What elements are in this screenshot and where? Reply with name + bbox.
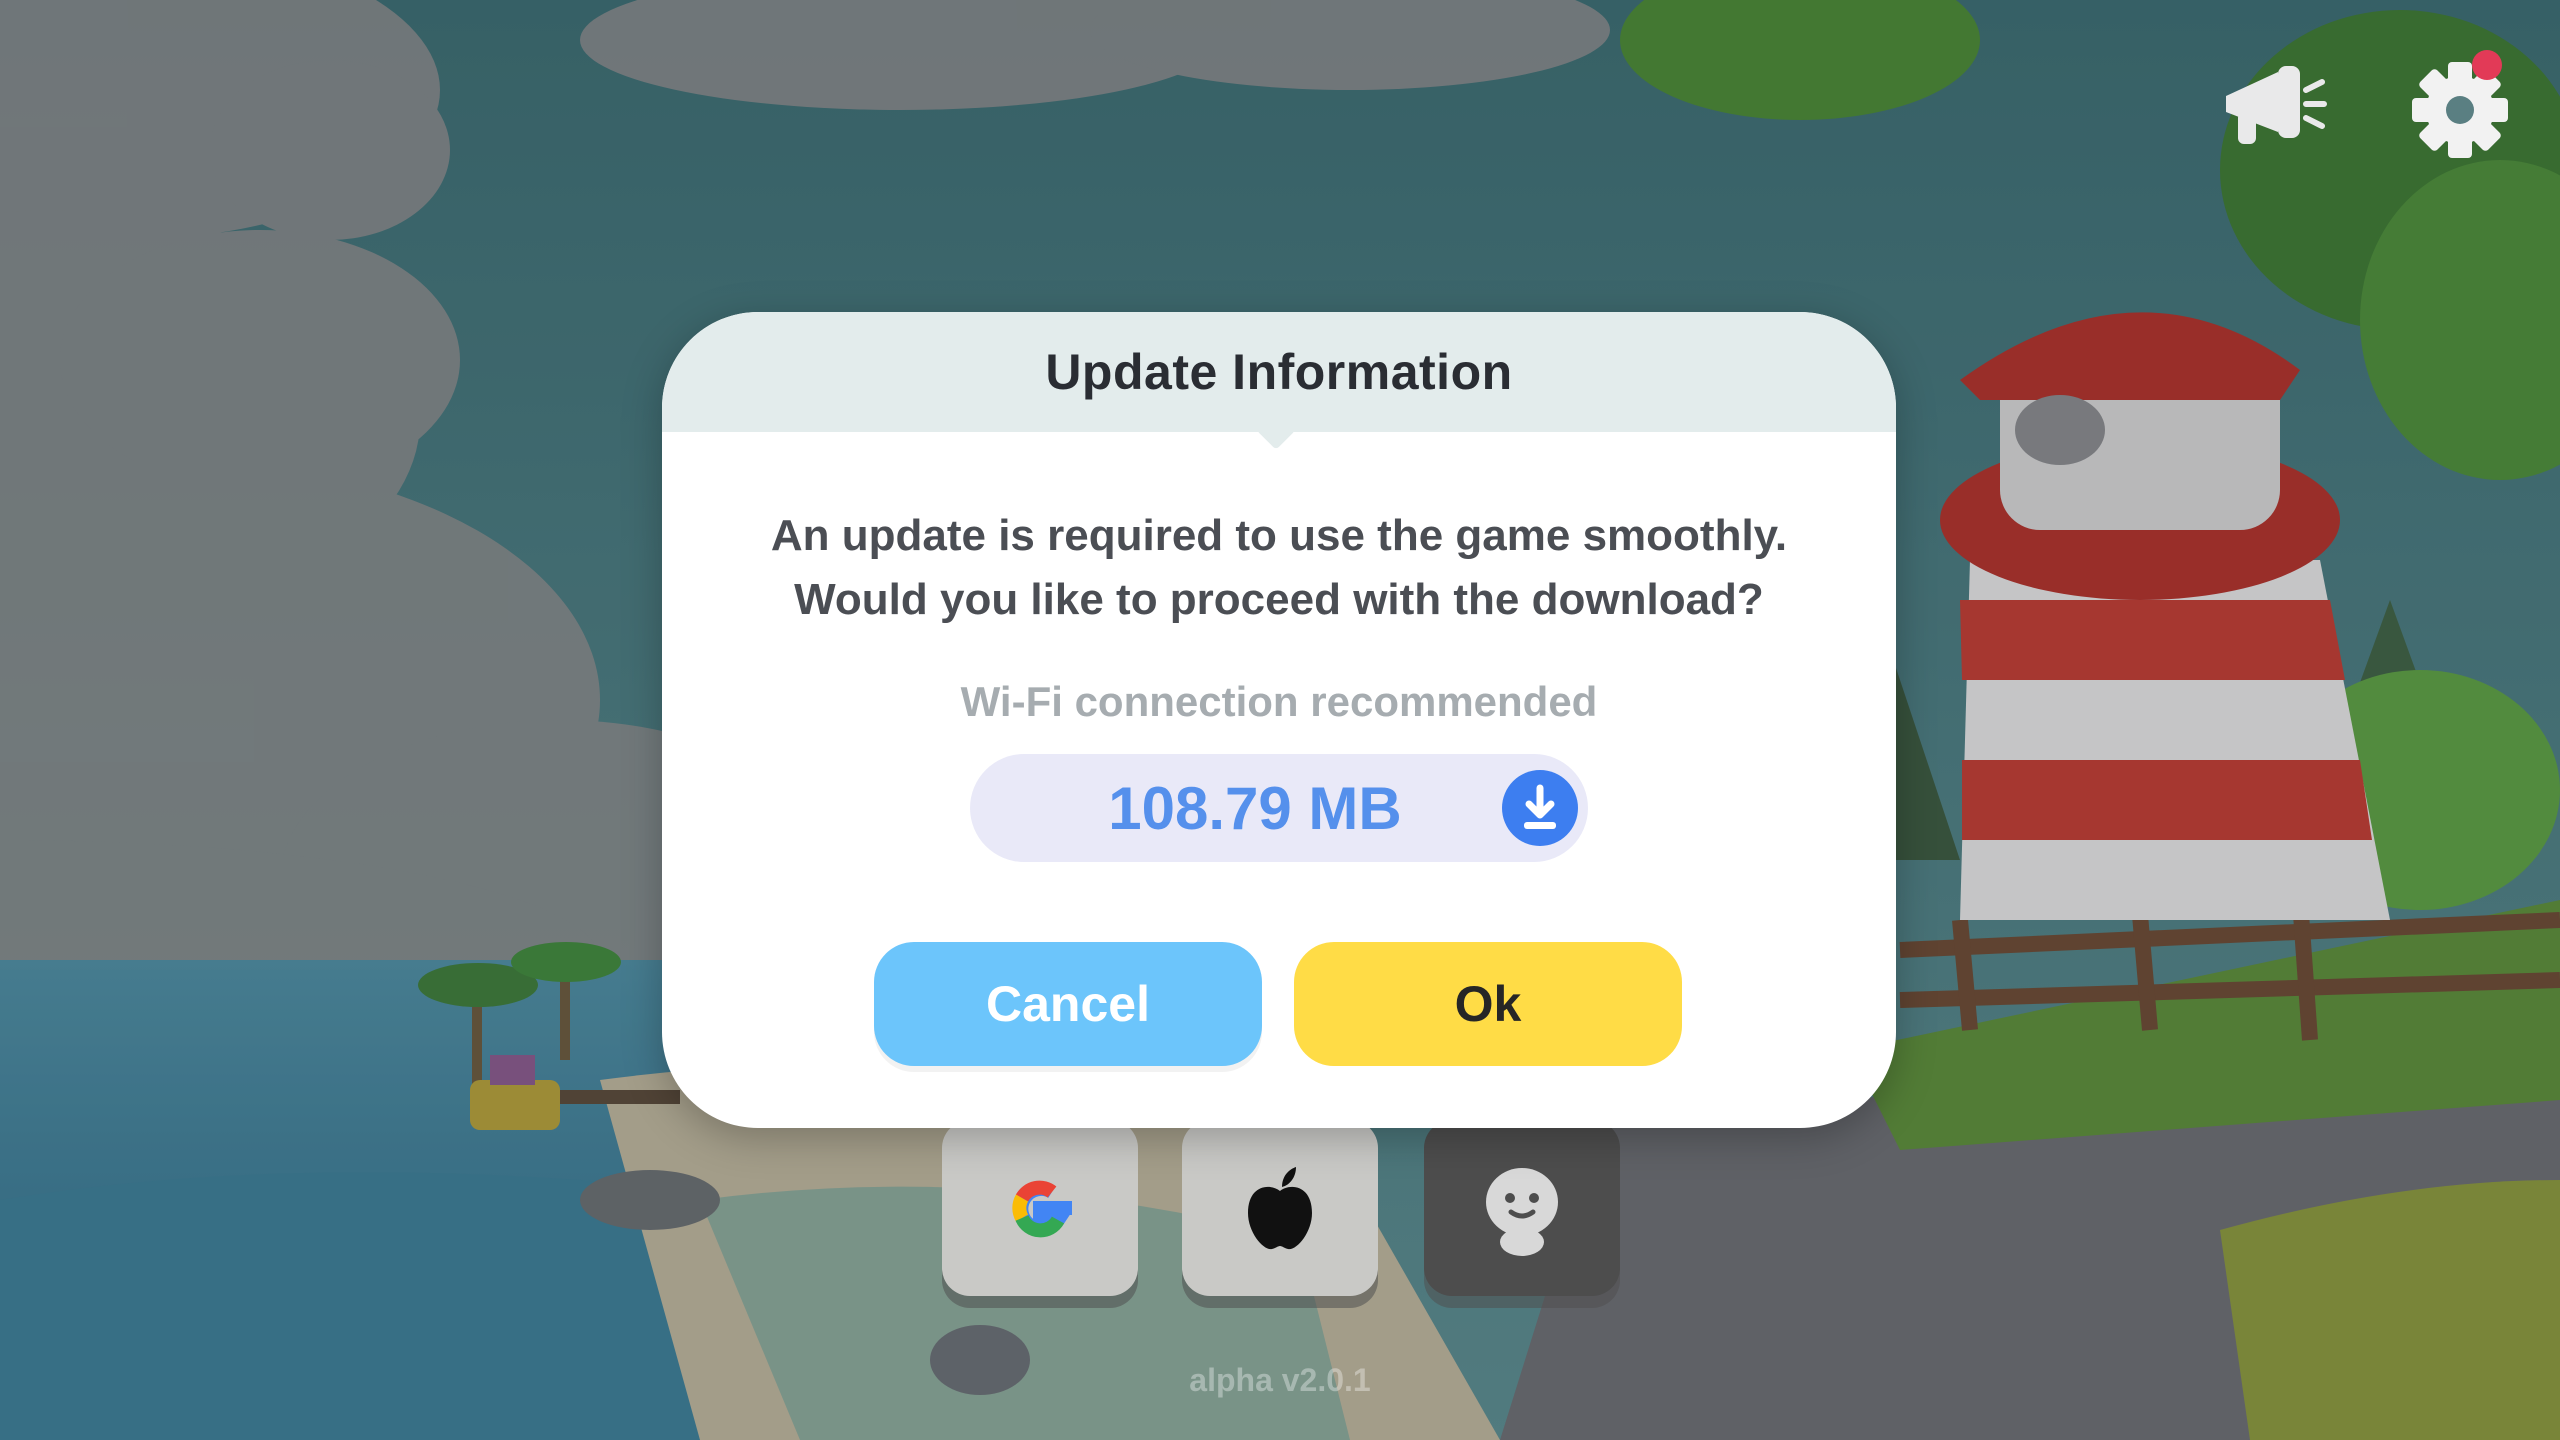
apple-login-button[interactable] xyxy=(1182,1120,1378,1296)
dialog-title: Update Information xyxy=(1045,344,1513,400)
ok-button[interactable]: Ok xyxy=(1294,942,1682,1066)
guest-login-button[interactable] xyxy=(1424,1120,1620,1296)
gear-icon[interactable] xyxy=(2400,50,2520,170)
dialog-message-line-2: Would you like to proceed with the downl… xyxy=(794,575,1764,624)
wifi-recommendation-note: Wi-Fi connection recommended xyxy=(960,678,1598,725)
cancel-button[interactable]: Cancel xyxy=(874,942,1262,1066)
guest-icon xyxy=(1486,1168,1558,1256)
download-size: 108.79 MB xyxy=(1108,774,1402,842)
download-icon xyxy=(1502,770,1578,846)
google-logo xyxy=(1012,1180,1072,1238)
version-label: alpha v2.0.1 xyxy=(1189,1362,1371,1398)
dialog-message: An update is required to use the game sm… xyxy=(662,504,1896,632)
megaphone-icon[interactable] xyxy=(2218,52,2328,152)
notification-badge xyxy=(2472,50,2502,80)
apple-logo xyxy=(1248,1167,1312,1250)
dialog-message-line-1: An update is required to use the game sm… xyxy=(770,511,1788,560)
download-size-pill: 108.79 MB xyxy=(970,754,1588,862)
google-login-button[interactable] xyxy=(942,1120,1138,1296)
